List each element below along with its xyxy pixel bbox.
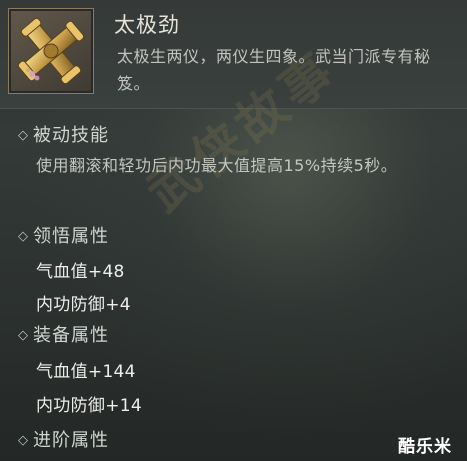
passive-skill-text: 使用翻滚和轻功后内功最大值提高15%持续5秒。 bbox=[36, 156, 398, 175]
stat-line: 气血值+48 bbox=[36, 262, 125, 282]
stat-line: 内功防御+4 bbox=[36, 295, 131, 315]
skill-title: 太极劲 bbox=[114, 13, 180, 37]
golden-scroll-cross-icon bbox=[17, 17, 85, 85]
diamond-bullet-icon: ◇ bbox=[18, 433, 29, 448]
section-label: 领悟属性 bbox=[33, 226, 109, 247]
stat-line: 内功防御+14 bbox=[36, 396, 142, 416]
section-equipment: ◇ 装备属性 bbox=[18, 321, 109, 347]
skill-description: 太极生两仪，两仪生四象。武当门派专有秘笈。 bbox=[117, 47, 431, 93]
skill-icon-frame bbox=[8, 8, 94, 94]
stat-line: 气血值+144 bbox=[36, 362, 136, 382]
section-comprehension: ◇ 领悟属性 bbox=[18, 222, 109, 248]
section-label: 被动技能 bbox=[33, 125, 109, 146]
brand-logo-text: 酷乐米 bbox=[398, 437, 452, 457]
diamond-bullet-icon: ◇ bbox=[18, 128, 29, 143]
diamond-bullet-icon: ◇ bbox=[18, 229, 29, 244]
skill-tooltip-panel: 武侠故事 太极劲 太极生两仪，两仪生四象。武当门派专有秘笈。 ◇ 被动技能 使用… bbox=[0, 0, 467, 461]
section-label: 装备属性 bbox=[33, 325, 109, 346]
section-advanced: ◇ 进阶属性 bbox=[18, 426, 109, 452]
section-label: 进阶属性 bbox=[33, 430, 109, 451]
section-passive-skill: ◇ 被动技能 bbox=[18, 121, 109, 147]
diamond-bullet-icon: ◇ bbox=[18, 328, 29, 343]
